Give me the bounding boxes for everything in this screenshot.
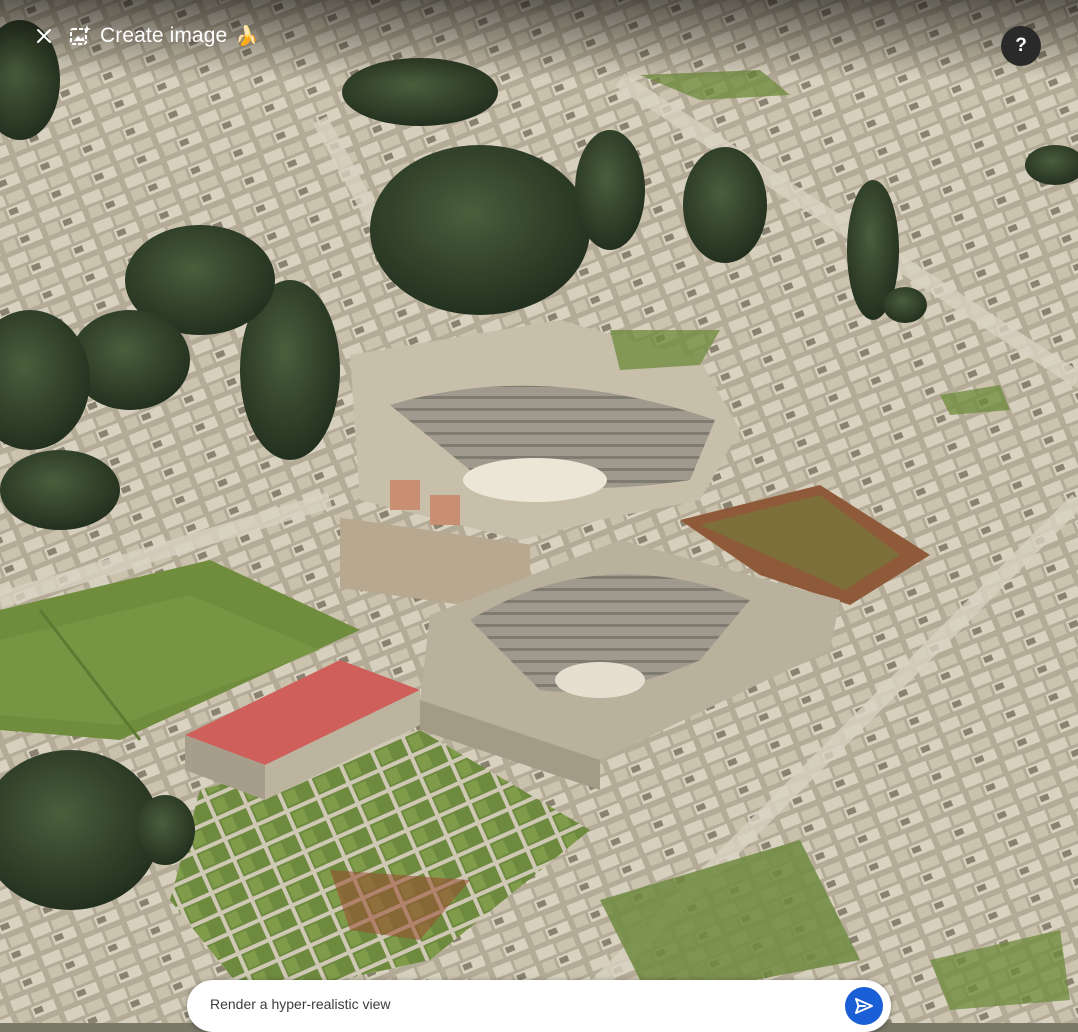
create-image-title: Create image 🍌	[68, 22, 259, 50]
banana-emoji: 🍌	[235, 25, 259, 47]
send-button[interactable]	[845, 987, 883, 1025]
aerial-view-image	[0, 0, 1078, 1023]
page-title: Create image	[100, 24, 228, 47]
help-button[interactable]: ?	[1001, 26, 1041, 66]
close-icon	[37, 29, 51, 43]
image-spark-icon	[70, 25, 91, 45]
close-button[interactable]	[30, 22, 58, 50]
prompt-bar	[187, 980, 891, 1032]
send-icon	[855, 998, 873, 1014]
prompt-input[interactable]	[210, 996, 810, 1012]
help-label: ?	[1015, 35, 1027, 56]
